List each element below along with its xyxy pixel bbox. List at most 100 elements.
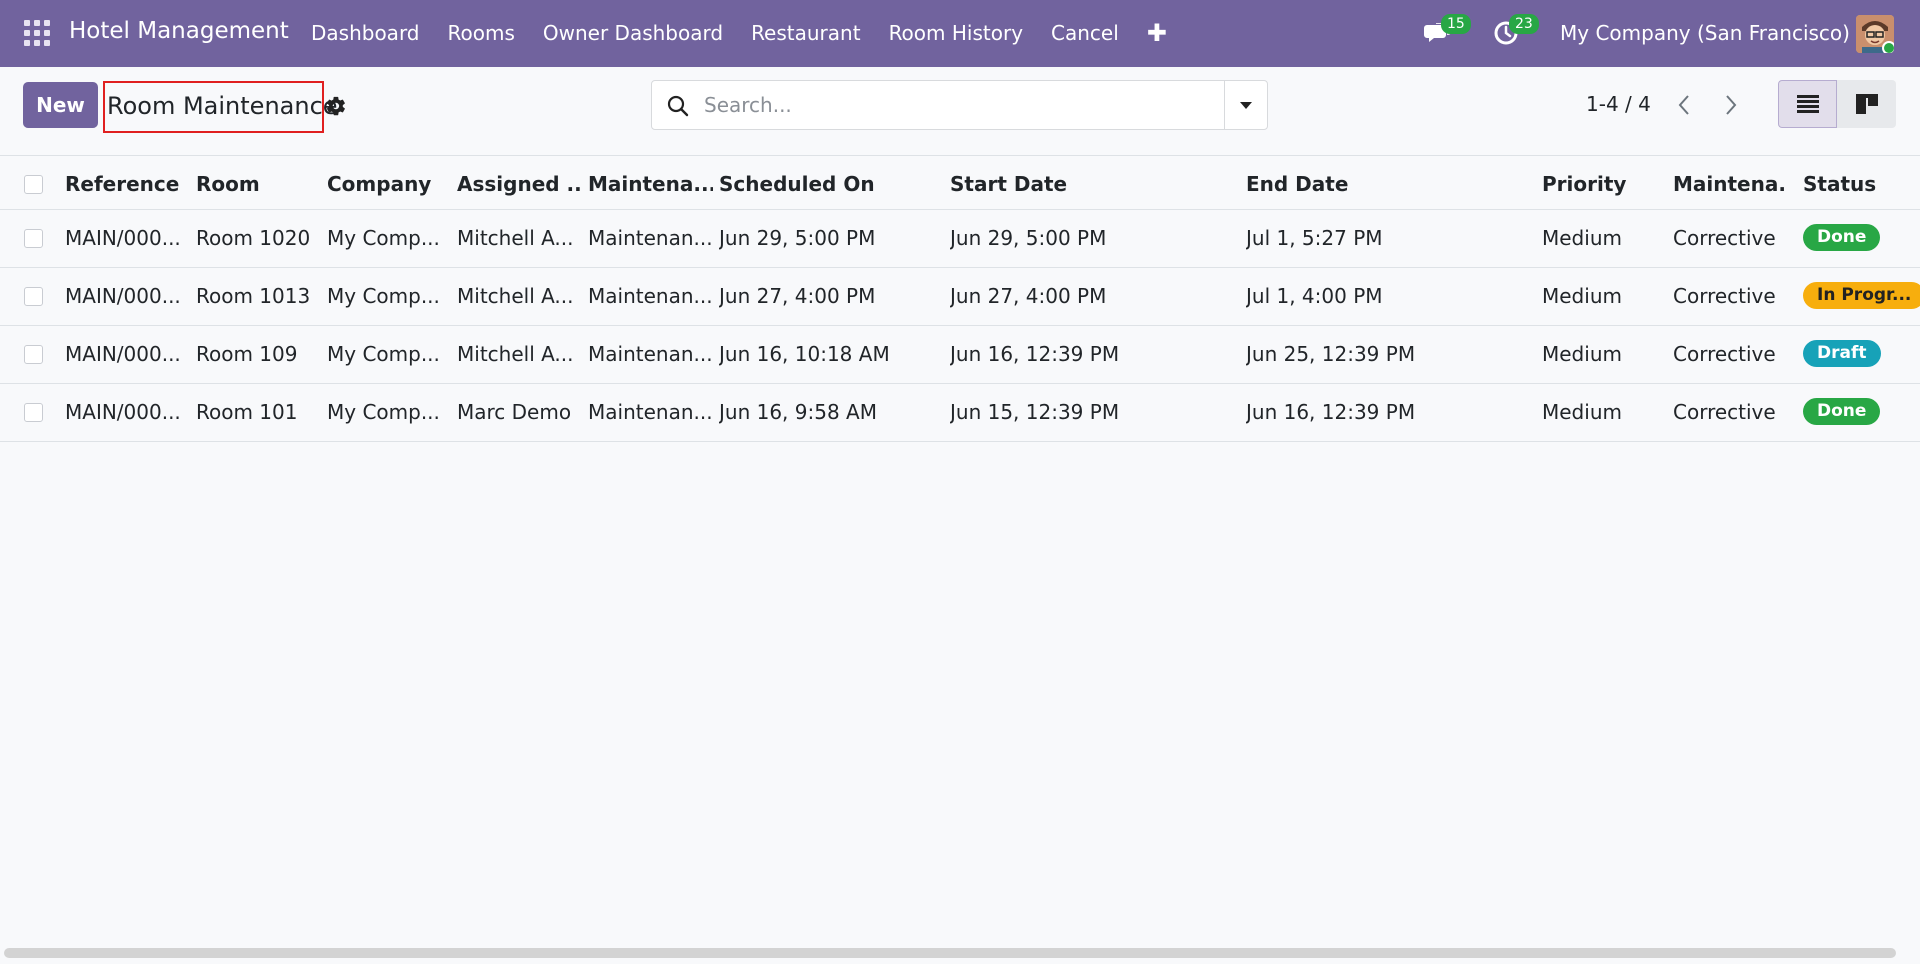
cell-end-date: Jul 1, 5:27 PM bbox=[1246, 226, 1383, 250]
select-all-checkbox[interactable] bbox=[24, 175, 43, 194]
cell-company: My Comp... bbox=[327, 400, 440, 424]
cell-assigned: Mitchell A... bbox=[457, 226, 574, 250]
cell-maintenance-type: Corrective bbox=[1673, 284, 1776, 308]
table-row[interactable]: MAIN/000... Room 101 My Comp... Marc Dem… bbox=[0, 383, 1920, 441]
top-navbar: Hotel Management Dashboard Rooms Owner D… bbox=[0, 0, 1920, 67]
cell-maintenance-team: Maintenan... bbox=[588, 226, 713, 250]
column-header-reference[interactable]: Reference bbox=[65, 155, 190, 213]
menu-owner-dashboard[interactable]: Owner Dashboard bbox=[529, 0, 737, 67]
cell-reference: MAIN/000... bbox=[65, 400, 181, 424]
status-badge: Done bbox=[1803, 398, 1881, 425]
cell-company: My Comp... bbox=[327, 226, 440, 250]
chevron-right-icon bbox=[1726, 95, 1737, 115]
column-header-status[interactable]: Status bbox=[1803, 155, 1913, 213]
caret-down-icon bbox=[1240, 102, 1252, 109]
messages-count-badge: 15 bbox=[1441, 14, 1471, 34]
main-menu: Dashboard Rooms Owner Dashboard Restaura… bbox=[297, 0, 1181, 67]
app-brand[interactable]: Hotel Management bbox=[69, 18, 289, 44]
table-row[interactable]: MAIN/000... Room 1020 My Comp... Mitchel… bbox=[0, 209, 1920, 267]
cell-start-date: Jun 29, 5:00 PM bbox=[950, 226, 1107, 250]
column-header-maintenance-team[interactable]: Maintena... bbox=[588, 155, 713, 213]
cell-room: Room 1020 bbox=[196, 226, 311, 250]
cell-end-date: Jun 25, 12:39 PM bbox=[1246, 342, 1416, 366]
cell-scheduled-on: Jun 27, 4:00 PM bbox=[719, 284, 876, 308]
pager-next-button[interactable] bbox=[1716, 90, 1746, 120]
column-header-start-date[interactable]: Start Date bbox=[950, 155, 1230, 213]
gear-icon[interactable] bbox=[325, 95, 347, 117]
search-bar bbox=[651, 80, 1268, 130]
cell-reference: MAIN/000... bbox=[65, 284, 181, 308]
pager-previous-button[interactable] bbox=[1669, 90, 1699, 120]
cell-assigned: Marc Demo bbox=[457, 400, 572, 424]
cell-priority: Medium bbox=[1542, 342, 1622, 366]
cell-start-date: Jun 15, 12:39 PM bbox=[950, 400, 1120, 424]
app-menu-grid-icon[interactable] bbox=[24, 20, 50, 46]
cell-maintenance-type: Corrective bbox=[1673, 400, 1776, 424]
cell-maintenance-team: Maintenan... bbox=[588, 284, 713, 308]
new-button[interactable]: New bbox=[23, 82, 98, 128]
cell-scheduled-on: Jun 29, 5:00 PM bbox=[719, 226, 876, 250]
cell-start-date: Jun 27, 4:00 PM bbox=[950, 284, 1107, 308]
menu-room-history[interactable]: Room History bbox=[875, 0, 1037, 67]
row-checkbox[interactable] bbox=[24, 287, 43, 306]
menu-restaurant[interactable]: Restaurant bbox=[737, 0, 875, 67]
cell-company: My Comp... bbox=[327, 284, 440, 308]
column-header-scheduled-on[interactable]: Scheduled On bbox=[719, 155, 939, 213]
chevron-left-icon bbox=[1678, 95, 1689, 115]
search-options-toggle[interactable] bbox=[1224, 81, 1267, 129]
cell-priority: Medium bbox=[1542, 400, 1622, 424]
search-input[interactable] bbox=[704, 91, 1204, 119]
activity-clock-icon[interactable]: 23 bbox=[1492, 14, 1539, 48]
cell-end-date: Jul 1, 4:00 PM bbox=[1246, 284, 1383, 308]
kanban-view-button[interactable] bbox=[1837, 80, 1896, 128]
cell-scheduled-on: Jun 16, 10:18 AM bbox=[719, 342, 890, 366]
column-header-assigned[interactable]: Assigned ... bbox=[457, 155, 582, 213]
cell-maintenance-type: Corrective bbox=[1673, 342, 1776, 366]
cell-room: Room 101 bbox=[196, 400, 298, 424]
user-avatar[interactable] bbox=[1856, 15, 1894, 53]
menu-cancel[interactable]: Cancel bbox=[1037, 0, 1133, 67]
cell-end-date: Jun 16, 12:39 PM bbox=[1246, 400, 1416, 424]
cell-room: Room 1013 bbox=[196, 284, 311, 308]
column-header-company[interactable]: Company bbox=[327, 155, 452, 213]
search-icon bbox=[667, 95, 689, 117]
menu-rooms[interactable]: Rooms bbox=[434, 0, 529, 67]
column-header-room[interactable]: Room bbox=[196, 155, 321, 213]
cell-assigned: Mitchell A... bbox=[457, 342, 574, 366]
kanban-view-icon bbox=[1855, 94, 1878, 114]
cell-room: Room 109 bbox=[196, 342, 298, 366]
horizontal-scrollbar[interactable] bbox=[4, 948, 1896, 958]
cell-reference: MAIN/000... bbox=[65, 342, 181, 366]
row-checkbox[interactable] bbox=[24, 229, 43, 248]
status-badge: In Progr... bbox=[1803, 282, 1920, 309]
status-badge: Done bbox=[1803, 224, 1881, 251]
menu-dashboard[interactable]: Dashboard bbox=[297, 0, 434, 67]
activities-count-badge: 23 bbox=[1509, 14, 1539, 34]
cell-company: My Comp... bbox=[327, 342, 440, 366]
row-checkbox[interactable] bbox=[24, 345, 43, 364]
company-switcher[interactable]: My Company (San Francisco) bbox=[1560, 21, 1850, 45]
plus-icon[interactable]: ✚ bbox=[1133, 0, 1181, 67]
cell-start-date: Jun 16, 12:39 PM bbox=[950, 342, 1120, 366]
messages-icon[interactable]: 15 bbox=[1424, 14, 1471, 48]
row-checkbox[interactable] bbox=[24, 403, 43, 422]
cell-priority: Medium bbox=[1542, 284, 1622, 308]
table-header-row: Reference Room Company Assigned ... Main… bbox=[0, 155, 1920, 213]
column-header-end-date[interactable]: End Date bbox=[1246, 155, 1526, 213]
list-view-icon bbox=[1796, 95, 1819, 113]
cell-reference: MAIN/000... bbox=[65, 226, 181, 250]
pager-value[interactable]: 1-4 / 4 bbox=[1586, 92, 1651, 116]
table-row[interactable]: MAIN/000... Room 109 My Comp... Mitchell… bbox=[0, 325, 1920, 383]
cell-maintenance-team: Maintenan... bbox=[588, 400, 713, 424]
column-header-maintenance-type[interactable]: Maintena... bbox=[1673, 155, 1788, 213]
status-badge: Draft bbox=[1803, 340, 1881, 367]
cell-maintenance-type: Corrective bbox=[1673, 226, 1776, 250]
cell-scheduled-on: Jun 16, 9:58 AM bbox=[719, 400, 877, 424]
list-view-button[interactable] bbox=[1778, 80, 1837, 128]
column-header-priority[interactable]: Priority bbox=[1542, 155, 1667, 213]
online-status-dot bbox=[1882, 41, 1894, 53]
page-title[interactable]: Room Maintenance bbox=[103, 81, 338, 133]
cell-priority: Medium bbox=[1542, 226, 1622, 250]
cell-maintenance-team: Maintenan... bbox=[588, 342, 713, 366]
table-row[interactable]: MAIN/000... Room 1013 My Comp... Mitchel… bbox=[0, 267, 1920, 325]
